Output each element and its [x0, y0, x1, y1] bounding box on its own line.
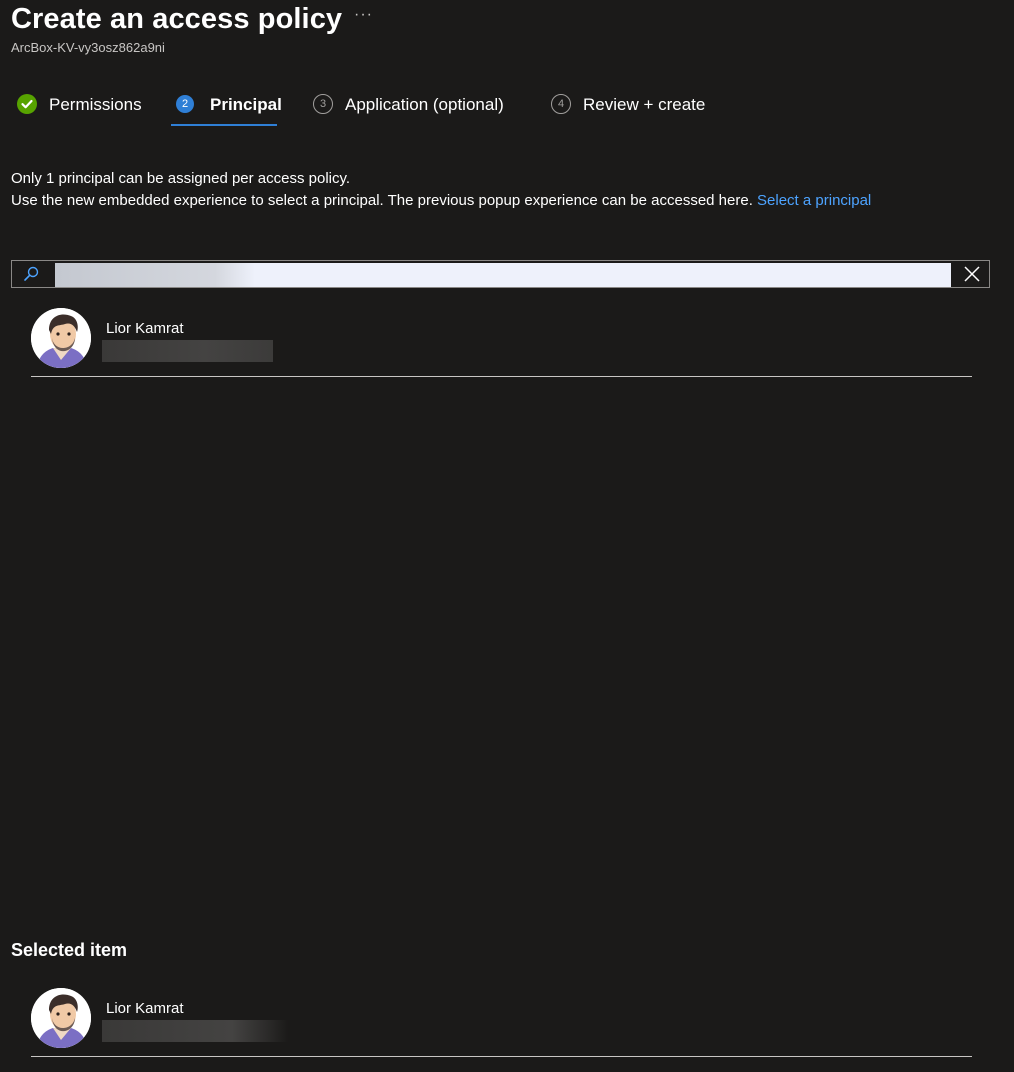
create-access-policy-page: Create an access policy ··· ArcBox-KV-vy… — [0, 0, 1014, 1072]
page-title: Create an access policy — [11, 3, 343, 35]
step-number-badge: 2 — [176, 95, 194, 113]
principal-name: Lior Kamrat — [106, 1000, 184, 1017]
search-input[interactable] — [55, 263, 951, 287]
select-principal-link[interactable]: Select a principal — [757, 192, 871, 209]
principal-result-row[interactable]: Lior Kamrat — [31, 308, 972, 377]
tab-application[interactable]: 3 Application (optional) — [313, 92, 504, 126]
close-icon[interactable] — [963, 265, 981, 283]
tab-permissions[interactable]: Permissions — [17, 92, 142, 126]
active-tab-indicator — [171, 124, 277, 126]
tab-label: Permissions — [49, 95, 142, 114]
selected-principal-row[interactable]: Lior Kamrat — [31, 988, 972, 1057]
page-subtitle: ArcBox-KV-vy3osz862a9ni — [11, 40, 165, 55]
avatar — [31, 988, 91, 1048]
principal-name: Lior Kamrat — [106, 320, 184, 337]
principal-email-redacted — [102, 340, 273, 362]
tab-label: Application (optional) — [345, 95, 504, 114]
tab-label: Principal — [210, 95, 282, 114]
step-number-badge: 4 — [551, 94, 571, 114]
checkmark-icon — [17, 94, 37, 114]
info-text: Only 1 principal can be assigned per acc… — [11, 168, 871, 212]
tab-principal[interactable]: 2 Principal — [176, 92, 282, 126]
principal-email-redacted — [102, 1020, 288, 1042]
more-options-button[interactable]: ··· — [354, 6, 373, 24]
avatar — [31, 308, 91, 368]
search-box — [11, 260, 990, 288]
info-line-1: Only 1 principal can be assigned per acc… — [11, 170, 351, 187]
step-number-badge: 3 — [313, 94, 333, 114]
tab-label: Review + create — [583, 95, 706, 114]
info-line-2: Use the new embedded experience to selec… — [11, 192, 872, 209]
selected-items-heading: Selected item — [11, 940, 128, 960]
search-icon — [22, 265, 40, 283]
tab-review-create[interactable]: 4 Review + create — [551, 92, 705, 126]
